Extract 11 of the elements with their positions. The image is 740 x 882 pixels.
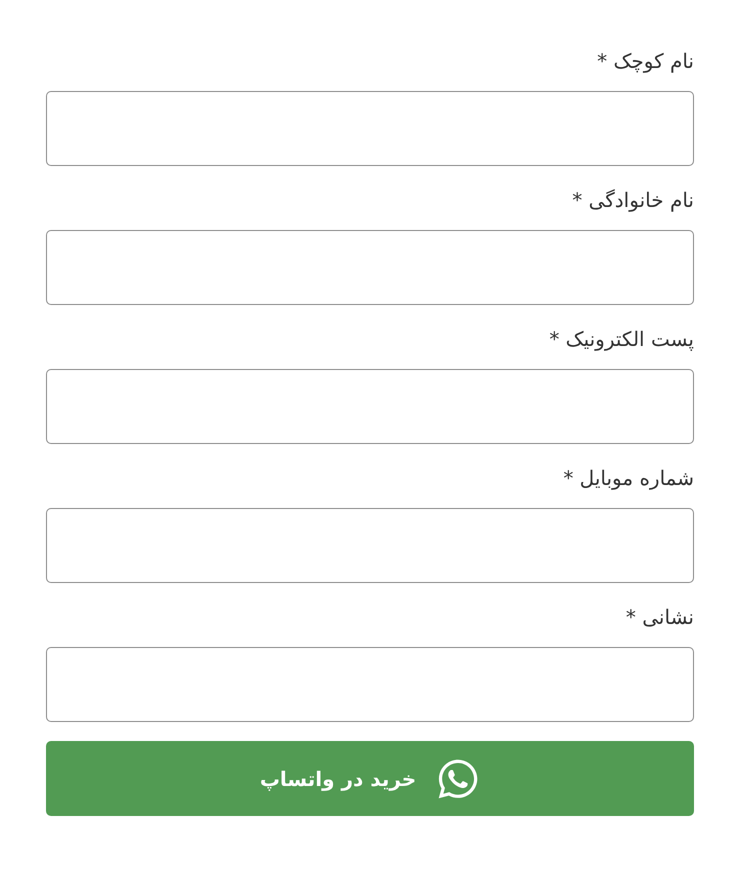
field-label: نام کوچک * <box>597 48 694 75</box>
field-label: نام خانوادگی * <box>572 187 694 214</box>
input-field[interactable] <box>46 230 694 305</box>
input-field[interactable] <box>46 647 694 722</box>
field-label: نشانی * <box>626 604 694 631</box>
field-label: پست الکترونیک * <box>549 326 694 353</box>
input-field[interactable] <box>46 508 694 583</box>
field-label: شماره موبایل * <box>563 465 694 492</box>
buy-button[interactable]: خرید در واتساپ <box>46 741 694 816</box>
input-field[interactable] <box>46 369 694 444</box>
input-field[interactable] <box>46 91 694 166</box>
